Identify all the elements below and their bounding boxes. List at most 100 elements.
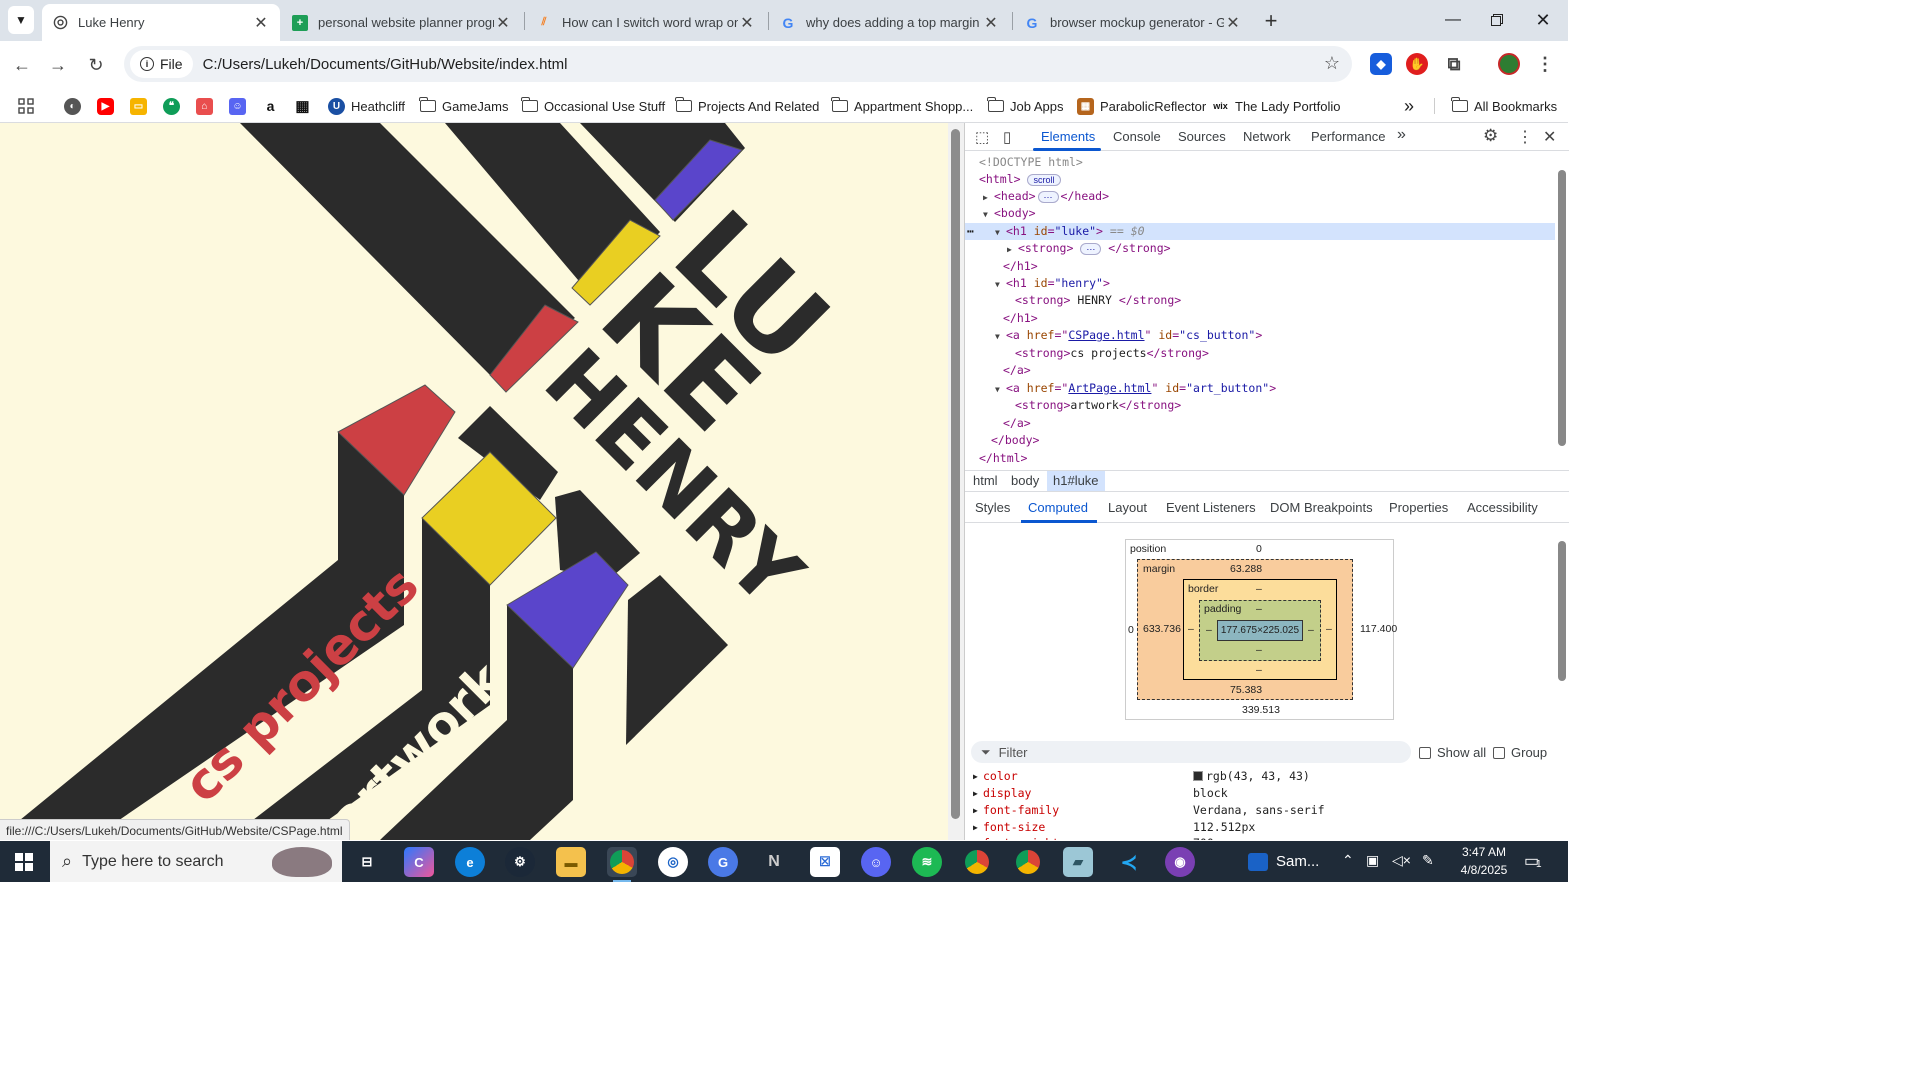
back-button[interactable]: ← bbox=[8, 51, 36, 79]
computed-prop-row[interactable]: ▶ font-size 112.512px bbox=[973, 819, 1563, 836]
collapsed-ellipsis[interactable]: ⋯ bbox=[1037, 191, 1059, 203]
system-clock[interactable]: 3:47 AM 4/8/2025 bbox=[1456, 843, 1512, 879]
subtab-properties[interactable]: Properties bbox=[1389, 500, 1448, 515]
notion-icon[interactable]: N bbox=[759, 847, 789, 877]
chrome-icon[interactable] bbox=[962, 847, 992, 877]
computed-prop-row[interactable]: ▶ color rgb(43, 43, 43) bbox=[973, 768, 1563, 785]
chrome-icon[interactable] bbox=[607, 847, 637, 882]
dom-scrollbar[interactable] bbox=[1555, 152, 1569, 470]
task-view-icon[interactable]: ⊟ bbox=[352, 847, 382, 877]
margin-left-value[interactable]: 633.736 bbox=[1143, 623, 1181, 635]
volume-muted-icon[interactable]: ◁× bbox=[1392, 852, 1411, 869]
padding-right-value[interactable]: – bbox=[1308, 624, 1314, 636]
close-tab-icon[interactable]: ✕ bbox=[494, 13, 512, 33]
reload-button[interactable]: ↻ bbox=[82, 51, 110, 79]
computed-prop-row[interactable]: ▶ display block bbox=[973, 785, 1563, 802]
bookmark-folder-gamejams[interactable]: GameJams bbox=[419, 94, 508, 118]
github-desktop-icon[interactable]: ◉ bbox=[1165, 847, 1195, 877]
dom-line-cs-strong[interactable]: <strong>cs projects</strong> bbox=[965, 345, 1555, 362]
dom-line-body[interactable]: ▼ <body> bbox=[965, 205, 1555, 222]
expand-triangle-icon[interactable]: ▶ bbox=[983, 189, 994, 206]
computed-prop-row[interactable]: font-weight 700 bbox=[973, 835, 1563, 840]
href-link[interactable]: CSPage.html bbox=[1068, 328, 1144, 342]
tab-search-button[interactable]: ▼ bbox=[8, 6, 34, 34]
dom-scrollbar-thumb[interactable] bbox=[1558, 170, 1566, 446]
app-icon[interactable]: G bbox=[708, 847, 738, 877]
notifications-button[interactable]: ▭ 1 bbox=[1524, 851, 1542, 871]
padding-box[interactable]: padding – – – – 177.675×225.025 bbox=[1199, 600, 1321, 661]
bookmark-globe[interactable]: ◐ bbox=[64, 94, 81, 118]
subtab-layout[interactable]: Layout bbox=[1108, 500, 1147, 515]
show-all-checkbox[interactable]: Show all bbox=[1419, 745, 1486, 760]
breadcrumb-html[interactable]: html bbox=[973, 473, 998, 488]
chrome-icon[interactable] bbox=[1013, 847, 1043, 877]
bookmark-discord[interactable]: ☺ bbox=[229, 94, 246, 118]
checkbox-box[interactable] bbox=[1419, 746, 1431, 759]
url-text[interactable]: C:/Users/Lukeh/Documents/GitHub/Website/… bbox=[203, 56, 568, 73]
bookmark-heathcliff[interactable]: U Heathcliff bbox=[328, 94, 405, 118]
computed-scrollbar-thumb[interactable] bbox=[1558, 541, 1566, 681]
dom-line-h1-henry[interactable]: ▼ <h1 id="henry"> bbox=[965, 275, 1555, 292]
collapse-triangle-icon[interactable]: ▼ bbox=[983, 206, 994, 223]
browser-menu-icon[interactable]: ⋮ bbox=[1534, 53, 1556, 75]
margin-right-value[interactable]: 117.400 bbox=[1360, 623, 1397, 635]
dom-line-head[interactable]: ▶ <head> ⋯ </head> bbox=[965, 188, 1555, 205]
dom-line-html-close[interactable]: </html> bbox=[965, 450, 1555, 467]
forward-button[interactable]: → bbox=[44, 51, 72, 79]
page-scrollbar-thumb[interactable] bbox=[951, 129, 960, 819]
discord-icon[interactable]: ☺ bbox=[861, 847, 891, 877]
bookmark-parabolic[interactable]: ▦ ParabolicReflector bbox=[1077, 94, 1206, 118]
minimize-button[interactable]: — bbox=[1430, 0, 1476, 40]
expand-triangle-icon[interactable]: ▶ bbox=[1007, 241, 1018, 258]
tab-personal-website-planner[interactable]: + personal website planner progr ✕ bbox=[282, 4, 522, 41]
content-box[interactable]: 177.675×225.025 bbox=[1217, 620, 1303, 641]
breadcrumb-body[interactable]: body bbox=[1011, 473, 1039, 488]
expand-triangle-icon[interactable]: ▶ bbox=[973, 768, 978, 785]
bookmark-amazon[interactable]: a bbox=[262, 94, 279, 118]
gear-icon[interactable]: ⚙ bbox=[1483, 126, 1498, 146]
bookmark-folder-occasional[interactable]: Occasional Use Stuff bbox=[521, 94, 665, 118]
subtab-styles[interactable]: Styles bbox=[975, 500, 1010, 515]
computed-scrollbar[interactable] bbox=[1555, 523, 1569, 840]
dom-line-art-strong[interactable]: <strong>artwork</strong> bbox=[965, 397, 1555, 414]
tab-browser-mockup[interactable]: G browser mockup generator - G ✕ bbox=[1014, 4, 1252, 41]
bitwarden-icon[interactable]: ◆ bbox=[1370, 53, 1392, 75]
devtools-menu-icon[interactable]: ⋮ bbox=[1517, 127, 1533, 147]
pen-icon[interactable]: ✎ bbox=[1422, 852, 1434, 869]
app-icon[interactable]: ☒ bbox=[810, 847, 840, 877]
taskbar-search-input[interactable]: ⌕ Type here to search bbox=[50, 841, 342, 882]
address-bar[interactable]: i File C:/Users/Lukeh/Documents/GitHub/W… bbox=[124, 46, 1352, 82]
app-icon[interactable]: ▰ bbox=[1063, 847, 1093, 877]
apps-grid-icon[interactable] bbox=[18, 94, 34, 118]
close-window-button[interactable]: ✕ bbox=[1520, 0, 1566, 40]
close-tab-icon[interactable]: ✕ bbox=[252, 13, 270, 33]
border-left-value[interactable]: – bbox=[1188, 623, 1194, 635]
dom-line-strong[interactable]: ▶ <strong> ⋯ </strong> bbox=[965, 240, 1555, 257]
dom-line-a-close[interactable]: </a> bbox=[965, 415, 1555, 432]
file-explorer-icon[interactable]: ▬ bbox=[556, 847, 586, 877]
adblock-icon[interactable]: ✋ bbox=[1406, 53, 1428, 75]
computed-filter-input[interactable]: ⏷ Filter bbox=[971, 741, 1411, 763]
devtools-tab-console[interactable]: Console bbox=[1113, 129, 1161, 144]
app-icon[interactable]: ◎ bbox=[658, 847, 688, 877]
href-link[interactable]: ArtPage.html bbox=[1068, 381, 1151, 395]
breadcrumb-h1-luke[interactable]: h1#luke bbox=[1047, 471, 1105, 491]
extensions-icon[interactable]: ⧉ bbox=[1443, 53, 1465, 75]
dom-line-body-close[interactable]: </body> bbox=[965, 432, 1555, 449]
border-box[interactable]: border – – – – padding – – – – 177.675×2… bbox=[1183, 579, 1337, 680]
bookmark-hangouts[interactable]: ❝ bbox=[163, 94, 180, 118]
edge-icon[interactable]: e bbox=[455, 847, 485, 877]
chevron-up-icon[interactable]: ⌃ bbox=[1342, 852, 1354, 869]
collapse-triangle-icon[interactable]: ▼ bbox=[995, 224, 1006, 241]
border-top-value[interactable]: – bbox=[1256, 583, 1262, 595]
tab-top-margin[interactable]: G why does adding a top margin ✕ bbox=[770, 4, 1010, 41]
subtab-accessibility[interactable]: Accessibility bbox=[1467, 500, 1538, 515]
copilot-icon[interactable]: C bbox=[404, 847, 434, 877]
close-tab-icon[interactable]: ✕ bbox=[1224, 13, 1242, 33]
margin-bottom-value[interactable]: 75.383 bbox=[1230, 684, 1262, 696]
dom-line-a-close[interactable]: </a> bbox=[965, 362, 1555, 379]
devtools-tab-sources[interactable]: Sources bbox=[1178, 129, 1226, 144]
collapse-triangle-icon[interactable]: ▼ bbox=[995, 328, 1006, 345]
dom-line-a-cs[interactable]: ▼ <a href="CSPage.html" id="cs_button"> bbox=[965, 327, 1555, 344]
expand-triangle-icon[interactable]: ▶ bbox=[973, 819, 978, 836]
